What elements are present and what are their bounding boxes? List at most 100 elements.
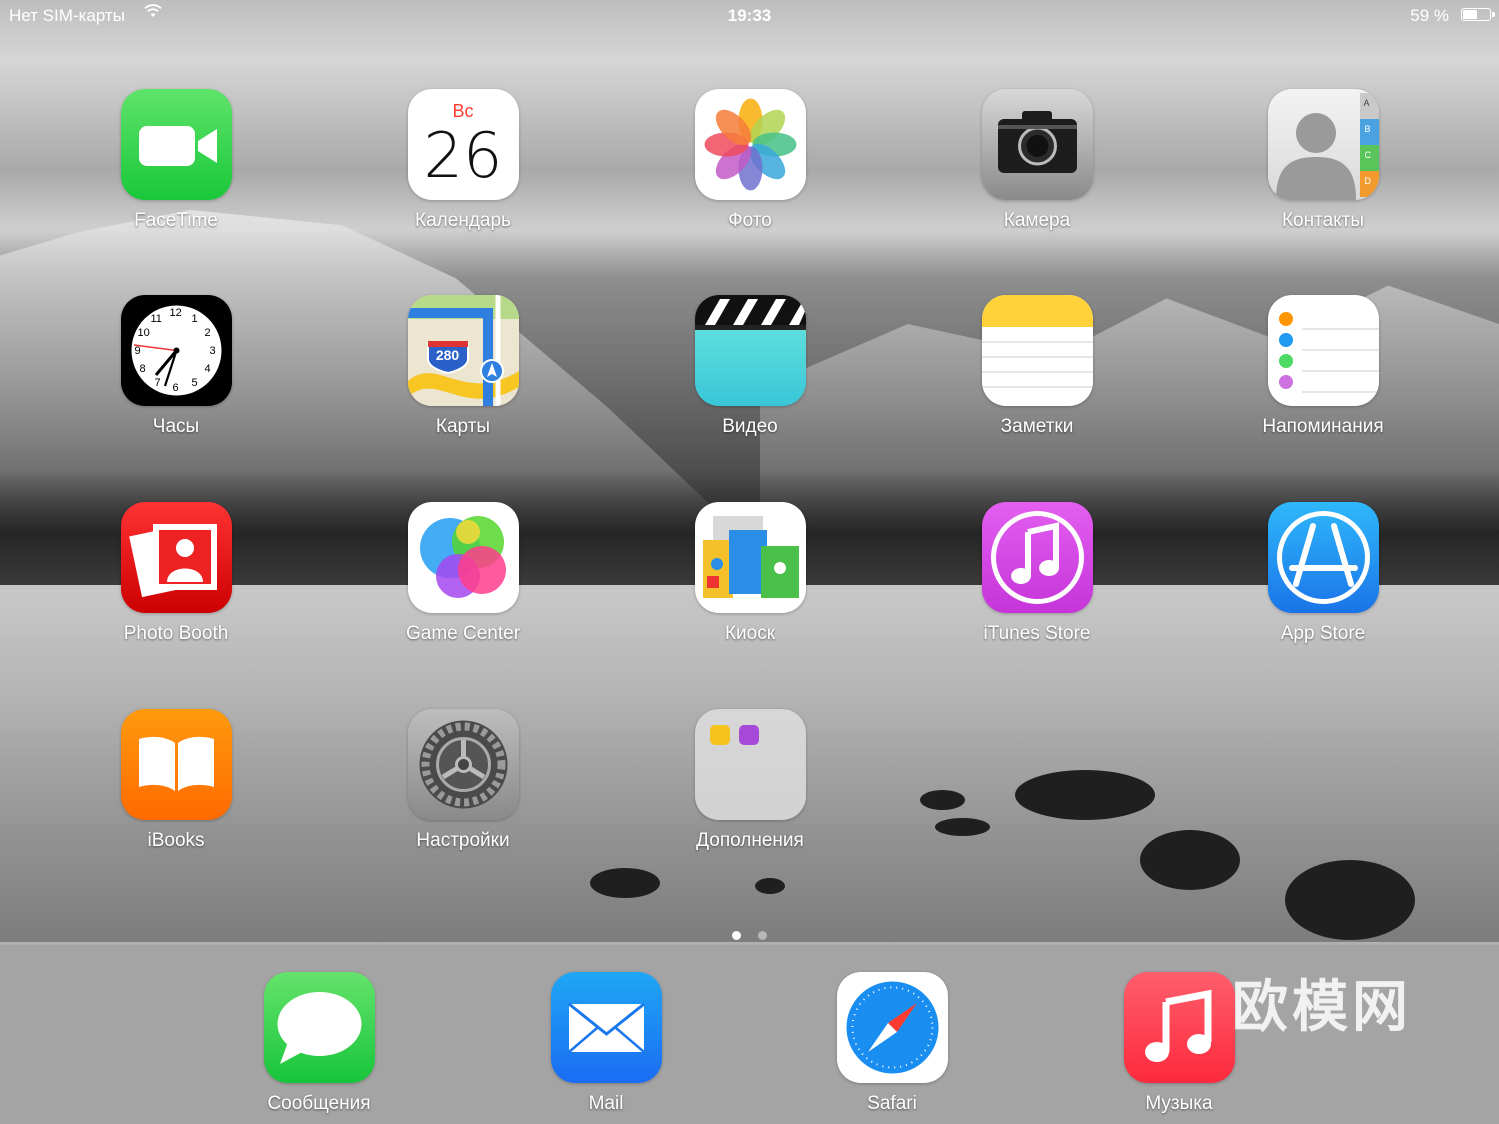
calendar-icon[interactable]: Вс 26 (407, 89, 519, 200)
app-app-store[interactable]: App Store (1233, 502, 1413, 645)
videos-icon[interactable] (694, 295, 806, 406)
app-settings[interactable]: Настройки (373, 709, 553, 852)
app-facetime[interactable]: FaceTime (86, 89, 266, 232)
app-label: Game Center (405, 623, 521, 644)
page-dot-active[interactable] (732, 931, 742, 940)
app-game-center[interactable]: Game Center (373, 502, 553, 645)
app-label: Календарь (415, 210, 511, 231)
folder-icon[interactable] (694, 709, 806, 820)
wallpaper-rock (590, 868, 660, 898)
app-label: Карты (435, 416, 491, 437)
battery-percent: 59 % (1410, 6, 1449, 25)
clock-numeral: 8 (139, 363, 146, 375)
app-label: Камера (1003, 210, 1071, 231)
wallpaper-rock (755, 878, 785, 894)
page-dot[interactable] (757, 931, 767, 940)
app-label: Фото (728, 210, 772, 231)
ibooks-icon[interactable] (120, 709, 232, 820)
camera-icon[interactable] (981, 89, 1093, 200)
app-label: Видео (722, 416, 778, 437)
clock-numeral: 4 (204, 363, 211, 375)
clock-numeral: 3 (209, 345, 216, 357)
app-store-icon[interactable] (1267, 502, 1379, 613)
app-camera[interactable]: Камера (947, 89, 1127, 232)
battery-icon (1461, 8, 1495, 21)
contacts-tab-label: B (1364, 124, 1371, 134)
app-itunes-store[interactable]: iTunes Store (947, 502, 1127, 645)
wallpaper-rock (1140, 830, 1240, 890)
app-videos[interactable]: Видео (660, 295, 840, 438)
app-label: Контакты (1281, 210, 1365, 231)
reminders-icon[interactable] (1267, 295, 1379, 406)
app-label: Заметки (1000, 416, 1074, 437)
dock-app-mail[interactable]: Mail (516, 972, 696, 1115)
app-label: Часы (152, 416, 200, 437)
watermark-logo: 欧模网 (1232, 975, 1412, 1040)
app-label: Сообщения (267, 1093, 371, 1114)
mail-icon[interactable] (550, 972, 662, 1083)
app-clock[interactable]: 12 1 2 3 4 5 6 7 8 9 10 11 Часы (86, 295, 266, 438)
podcasts-mini-icon (738, 725, 759, 745)
contacts-tab-label: D (1364, 176, 1372, 186)
clock-numeral: 5 (191, 377, 198, 389)
tips-mini-icon (709, 725, 730, 745)
clock-numeral: 12 (169, 307, 182, 319)
clock-numeral: 11 (150, 313, 162, 325)
app-label: iBooks (147, 830, 205, 851)
battery-fill (1463, 10, 1478, 19)
clock-numeral: 2 (204, 327, 211, 339)
clock-numeral: 9 (134, 345, 141, 357)
clock-numeral: 6 (172, 382, 179, 394)
dock-app-messages[interactable]: Сообщения (229, 972, 409, 1115)
app-contacts[interactable]: A B C D Контакты (1233, 89, 1413, 232)
battery-tip (1492, 12, 1495, 17)
facetime-icon[interactable] (120, 89, 232, 200)
notes-icon[interactable] (981, 295, 1093, 406)
app-label: Mail (588, 1093, 624, 1114)
clock-numeral: 10 (137, 327, 150, 339)
safari-icon[interactable] (836, 972, 948, 1083)
maps-highway-shield: 280 (435, 347, 460, 363)
app-notes[interactable]: Заметки (947, 295, 1127, 438)
settings-icon[interactable] (407, 709, 519, 820)
app-label: FaceTime (134, 210, 218, 231)
app-label: Киоск (724, 623, 776, 644)
clock-icon[interactable]: 12 1 2 3 4 5 6 7 8 9 10 11 (120, 295, 232, 406)
app-kiosk[interactable]: Киоск (660, 502, 840, 645)
kiosk-icon[interactable] (694, 502, 806, 613)
contacts-icon[interactable]: A B C D (1267, 89, 1379, 200)
app-maps[interactable]: 280 Карты (373, 295, 553, 438)
photo-booth-icon[interactable] (120, 502, 232, 613)
game-center-icon[interactable] (407, 502, 519, 613)
app-label: Дополнения (696, 830, 804, 851)
app-label: Настройки (416, 830, 510, 851)
clock-numeral: 1 (191, 313, 198, 325)
status-bar: Нет SIM-карты 19:33 59 % (0, 0, 1499, 30)
music-icon[interactable] (1123, 972, 1235, 1083)
folder-extras[interactable]: Дополнения (660, 709, 840, 852)
wallpaper-rock (935, 818, 990, 836)
calendar-day-number: 26 (423, 119, 503, 192)
clock-numeral: 7 (154, 377, 161, 389)
app-photos[interactable]: Фото (660, 89, 840, 232)
photos-icon[interactable] (694, 89, 806, 200)
app-calendar[interactable]: Вс 26 Календарь (373, 89, 553, 232)
app-label: iTunes Store (983, 623, 1091, 644)
app-ibooks[interactable]: iBooks (86, 709, 266, 852)
app-label: Музыка (1145, 1093, 1213, 1114)
contacts-tab-label: C (1364, 150, 1372, 160)
app-label: Photo Booth (123, 623, 229, 644)
wallpaper-rock (920, 790, 965, 810)
maps-icon[interactable]: 280 (407, 295, 519, 406)
app-label: Safari (867, 1093, 917, 1114)
contacts-tab-label: A (1363, 98, 1370, 108)
app-photo-booth[interactable]: Photo Booth (86, 502, 266, 645)
messages-icon[interactable] (263, 972, 375, 1083)
dock-app-safari[interactable]: Safari (802, 972, 982, 1115)
app-reminders[interactable]: Напоминания (1233, 295, 1413, 438)
itunes-store-icon[interactable] (981, 502, 1093, 613)
status-time: 19:33 (727, 6, 772, 25)
app-label: Напоминания (1262, 416, 1384, 437)
wallpaper-rock (1015, 770, 1155, 820)
app-label: App Store (1280, 623, 1366, 644)
